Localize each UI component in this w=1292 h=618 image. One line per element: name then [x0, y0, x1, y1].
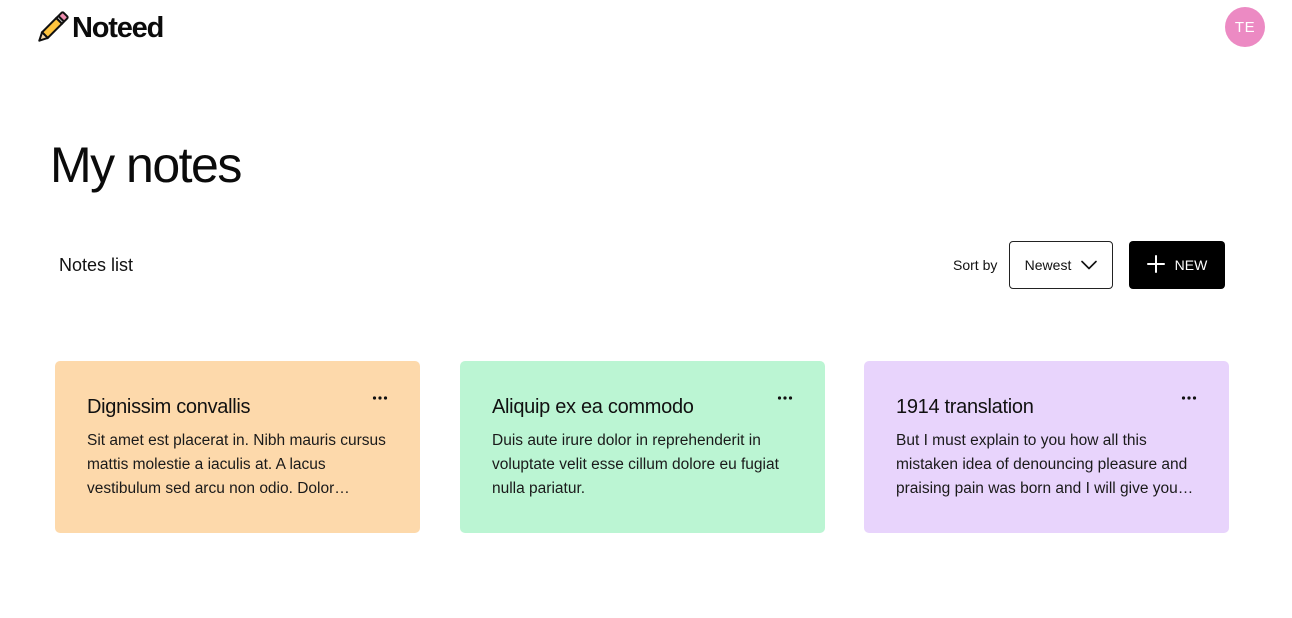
sort-by-label: Sort by	[953, 257, 998, 273]
user-avatar[interactable]: TE	[1225, 7, 1265, 47]
brand-logo[interactable]: Noteed	[34, 10, 164, 46]
note-title: Dignissim convallis	[87, 396, 251, 418]
note-preview: Duis aute irure dolor in reprehenderit i…	[492, 432, 779, 497]
more-options-icon[interactable]	[370, 391, 390, 405]
note-preview: Sit amet est placerat in. Nibh mauris cu…	[87, 432, 386, 497]
notes-list-label: Notes list	[59, 255, 134, 275]
more-options-icon[interactable]	[1179, 391, 1199, 405]
sort-dropdown[interactable]: Newest	[1009, 241, 1113, 289]
pencil-icon	[34, 10, 70, 46]
new-note-button[interactable]: NEW	[1129, 241, 1225, 289]
note-title: 1914 translation	[896, 396, 1034, 418]
app-page: Noteed TE My notes Notes list Sort by Ne…	[0, 0, 1292, 618]
note-card[interactable]: Aliquip ex ea commodo Duis aute irure do…	[460, 361, 825, 533]
sort-dropdown-value: Newest	[1024, 257, 1072, 273]
more-options-icon[interactable]	[775, 391, 795, 405]
note-card[interactable]: Dignissim convallis Sit amet est placera…	[55, 361, 420, 533]
page-title: My notes	[50, 137, 242, 193]
note-title: Aliquip ex ea commodo	[492, 396, 694, 418]
plus-icon	[1146, 254, 1165, 276]
chevron-down-icon	[1081, 257, 1098, 273]
new-note-button-label: NEW	[1174, 257, 1208, 273]
note-preview: But I must explain to you how all this m…	[896, 432, 1188, 497]
note-card[interactable]: 1914 translation But I must explain to y…	[864, 361, 1229, 533]
brand-name: Noteed	[72, 12, 164, 44]
